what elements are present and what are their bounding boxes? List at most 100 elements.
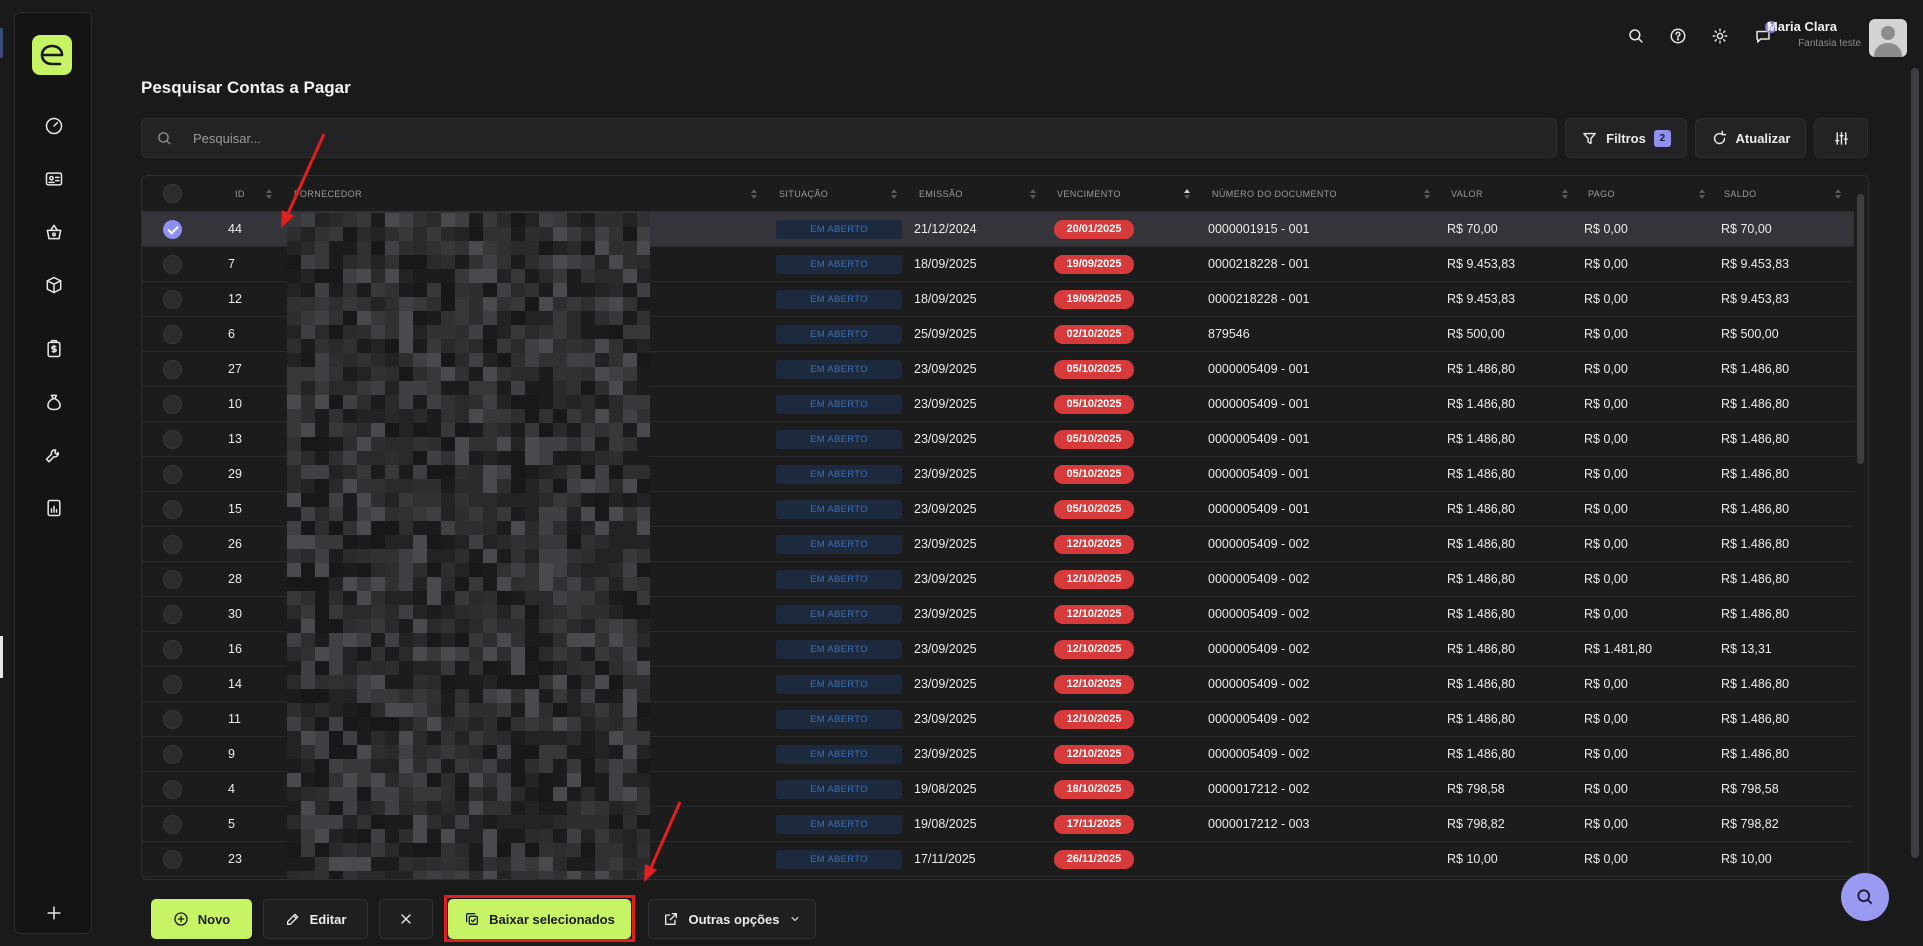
col-header-paid[interactable]: PAGO xyxy=(1588,176,1615,212)
due-date-badge: 12/10/2025 xyxy=(1054,570,1134,589)
floating-search-button[interactable] xyxy=(1841,873,1889,921)
help-question-icon[interactable] xyxy=(1667,25,1689,47)
refresh-button[interactable]: Atualizar xyxy=(1695,118,1806,158)
wrench-tools-icon[interactable] xyxy=(42,443,66,467)
due-date-badge: 18/10/2025 xyxy=(1054,780,1134,799)
redacted-supplier-names xyxy=(287,213,650,879)
sort-asc-icon[interactable] xyxy=(1184,189,1190,199)
shopping-basket-icon[interactable] xyxy=(42,220,66,244)
cell-doc: 0000001915 - 001 xyxy=(1208,222,1310,236)
cell-doc: 879546 xyxy=(1208,327,1250,341)
row-checkbox[interactable] xyxy=(163,360,182,379)
sort-icon[interactable] xyxy=(891,189,897,199)
filter-funnel-icon xyxy=(1583,132,1596,144)
filters-button[interactable]: Filtros 2 xyxy=(1565,118,1687,158)
cell-value: R$ 798,82 xyxy=(1447,817,1505,831)
column-settings-button[interactable] xyxy=(1814,118,1868,158)
more-options-button[interactable]: Outras opções xyxy=(648,899,816,939)
col-header-due-date[interactable]: VENCIMENTO xyxy=(1057,176,1121,212)
col-header-id[interactable]: ID xyxy=(235,176,245,212)
cell-value: R$ 1.486,80 xyxy=(1447,747,1516,761)
row-checkbox[interactable] xyxy=(163,325,182,344)
cell-id: 6 xyxy=(228,327,235,341)
due-date-badge: 19/09/2025 xyxy=(1054,290,1134,309)
clipboard-money-icon[interactable] xyxy=(42,337,66,361)
plus-circle-icon xyxy=(174,912,188,926)
cell-value: R$ 1.486,80 xyxy=(1447,397,1516,411)
new-button[interactable]: Novo xyxy=(151,899,252,939)
search-bar[interactable] xyxy=(141,118,1557,158)
delete-button[interactable] xyxy=(379,899,433,939)
app-logo[interactable] xyxy=(32,35,72,75)
col-header-status[interactable]: SITUAÇÃO xyxy=(779,176,828,212)
row-checkbox[interactable] xyxy=(163,605,182,624)
edit-button[interactable]: Editar xyxy=(263,899,368,939)
page-scrollbar[interactable] xyxy=(1911,68,1919,858)
row-checkbox[interactable] xyxy=(163,850,182,869)
cell-issue: 23/09/2025 xyxy=(914,642,977,656)
status-badge: EM ABERTO xyxy=(776,220,902,239)
status-badge: EM ABERTO xyxy=(776,640,902,659)
row-checkbox[interactable] xyxy=(163,465,182,484)
table-scrollbar[interactable] xyxy=(1857,194,1864,874)
report-chart-icon[interactable] xyxy=(42,496,66,520)
sort-icon[interactable] xyxy=(1424,189,1430,199)
sort-icon[interactable] xyxy=(751,189,757,199)
row-checkbox[interactable] xyxy=(163,500,182,519)
search-icon[interactable] xyxy=(1625,25,1647,47)
col-header-value[interactable]: VALOR xyxy=(1451,176,1483,212)
search-input[interactable] xyxy=(193,130,1493,146)
more-options-label: Outras opções xyxy=(688,911,780,927)
row-checkbox[interactable] xyxy=(163,255,182,274)
due-date-badge: 12/10/2025 xyxy=(1054,745,1134,764)
col-header-document-number[interactable]: NÚMERO DO DOCUMENTO xyxy=(1212,176,1337,212)
row-checkbox[interactable] xyxy=(163,220,182,239)
row-checkbox[interactable] xyxy=(163,535,182,554)
sort-icon[interactable] xyxy=(1562,189,1568,199)
cell-id: 4 xyxy=(228,782,235,796)
row-checkbox[interactable] xyxy=(163,640,182,659)
cell-balance: R$ 13,31 xyxy=(1721,642,1772,656)
sort-icon[interactable] xyxy=(1699,189,1705,199)
select-all-checkbox[interactable] xyxy=(163,184,182,203)
cell-doc: 0000005409 - 001 xyxy=(1208,432,1310,446)
cell-value: R$ 1.486,80 xyxy=(1447,502,1516,516)
row-checkbox[interactable] xyxy=(163,745,182,764)
sort-icon[interactable] xyxy=(1030,189,1036,199)
package-box-icon[interactable] xyxy=(42,273,66,297)
cell-issue: 18/09/2025 xyxy=(914,257,977,271)
sort-icon[interactable] xyxy=(1835,189,1841,199)
row-checkbox[interactable] xyxy=(163,395,182,414)
cell-doc: 0000218228 - 001 xyxy=(1208,257,1310,271)
row-checkbox[interactable] xyxy=(163,290,182,309)
cell-paid: R$ 1.481,80 xyxy=(1584,642,1653,656)
contacts-card-icon[interactable] xyxy=(42,167,66,191)
due-date-badge: 19/09/2025 xyxy=(1054,255,1134,274)
table-header: ID FORNECEDOR SITUAÇÃO EMISSÃO VENCIMENT… xyxy=(142,176,1854,212)
table-scrollbar-thumb[interactable] xyxy=(1857,194,1864,464)
col-header-balance[interactable]: SALDO xyxy=(1724,176,1757,212)
cell-issue: 23/09/2025 xyxy=(914,467,977,481)
sort-icon[interactable] xyxy=(266,189,272,199)
cell-value: R$ 1.486,80 xyxy=(1447,537,1516,551)
avatar[interactable] xyxy=(1869,19,1907,57)
money-bag-icon[interactable] xyxy=(42,390,66,414)
row-checkbox[interactable] xyxy=(163,710,182,729)
cell-value: R$ 10,00 xyxy=(1447,852,1498,866)
row-checkbox[interactable] xyxy=(163,780,182,799)
row-checkbox[interactable] xyxy=(163,430,182,449)
cell-value: R$ 1.486,80 xyxy=(1447,712,1516,726)
cell-doc: 0000005409 - 002 xyxy=(1208,642,1310,656)
cell-issue: 23/09/2025 xyxy=(914,502,977,516)
row-checkbox[interactable] xyxy=(163,815,182,834)
cell-doc: 0000005409 - 001 xyxy=(1208,502,1310,516)
row-checkbox[interactable] xyxy=(163,570,182,589)
cell-paid: R$ 0,00 xyxy=(1584,362,1628,376)
add-plus-icon[interactable] xyxy=(42,901,66,925)
row-checkbox[interactable] xyxy=(163,675,182,694)
due-date-badge: 05/10/2025 xyxy=(1054,395,1134,414)
close-x-icon xyxy=(401,914,411,924)
user-name[interactable]: Maria Clara xyxy=(1697,19,1837,34)
dashboard-icon[interactable] xyxy=(42,114,66,138)
col-header-issue-date[interactable]: EMISSÃO xyxy=(919,176,963,212)
